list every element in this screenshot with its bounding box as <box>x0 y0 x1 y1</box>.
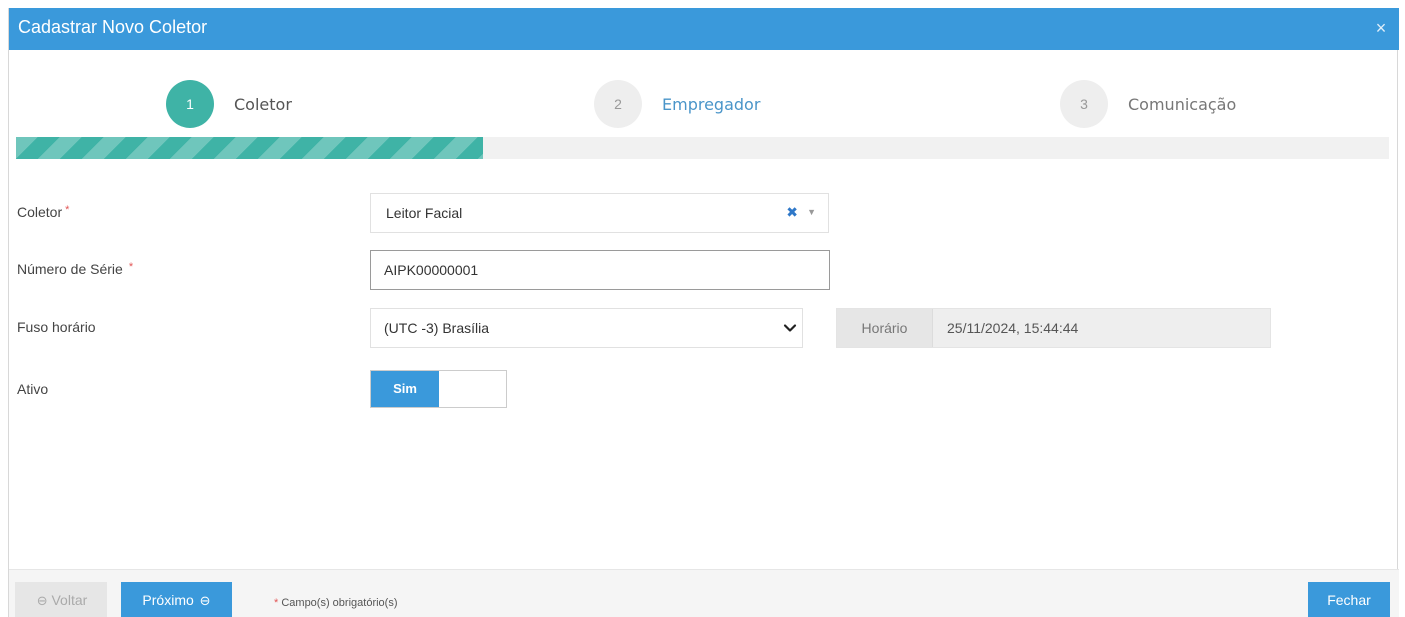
back-button-label: Voltar <box>51 592 88 608</box>
required-fields-note: * Campo(s) obrigatório(s) <box>274 597 398 609</box>
timezone-label: Fuso horário <box>17 319 96 335</box>
required-marker: * <box>274 597 279 609</box>
wizard-progress-fill <box>16 137 483 159</box>
next-button-label: Próximo <box>142 592 194 608</box>
active-toggle-on: Sim <box>371 371 439 407</box>
active-toggle[interactable]: Sim <box>370 370 507 408</box>
clear-icon[interactable]: ✖ <box>786 204 798 221</box>
modal-header: Cadastrar Novo Coletor × <box>9 8 1399 50</box>
current-time-group: Horário 25/11/2024, 15:44:44 <box>836 308 1271 348</box>
timezone-selected-value: (UTC -3) Brasília <box>384 320 490 336</box>
serial-number-input[interactable] <box>370 250 830 290</box>
required-note-text: Campo(s) obrigatório(s) <box>281 597 398 609</box>
coletor-label: Coletor * <box>17 204 70 220</box>
register-collector-modal: Cadastrar Novo Coletor × 1 Coletor 2 Emp… <box>8 8 1399 617</box>
circle-arrow-right-icon: ⊖ <box>199 593 211 608</box>
step-empregador[interactable]: 2 Empregador <box>594 80 760 128</box>
current-time-value: 25/11/2024, 15:44:44 <box>947 320 1079 336</box>
step-label: Coletor <box>234 94 292 114</box>
step-number: 1 <box>166 80 214 128</box>
current-time-label: Horário <box>837 309 933 347</box>
step-label: Comunicação <box>1128 94 1237 114</box>
timezone-select[interactable]: (UTC -3) Brasília <box>370 308 803 348</box>
step-coletor[interactable]: 1 Coletor <box>166 80 292 128</box>
back-button[interactable]: ⊖ Voltar <box>15 582 107 617</box>
modal-footer: ⊖ Voltar Próximo ⊖ * Campo(s) obrigatóri… <box>9 569 1399 617</box>
wizard-progress-bar <box>16 137 1389 159</box>
required-marker: * <box>65 204 70 216</box>
caret-down-icon[interactable]: ▼ <box>807 207 816 217</box>
active-label: Ativo <box>17 381 49 397</box>
step-comunicacao[interactable]: 3 Comunicação <box>1060 80 1236 128</box>
step-label: Empregador <box>662 94 761 114</box>
modal-title: Cadastrar Novo Coletor <box>18 17 208 37</box>
coletor-selected-value: Leitor Facial <box>386 205 463 221</box>
next-button[interactable]: Próximo ⊖ <box>121 582 232 617</box>
chevron-down-icon <box>783 324 797 332</box>
serial-number-label: Número de Série * <box>17 261 134 277</box>
required-marker: * <box>128 261 134 273</box>
close-icon[interactable]: × <box>1371 18 1391 38</box>
circle-arrow-left-icon: ⊖ <box>36 593 48 608</box>
coletor-select[interactable]: Leitor Facial ✖ ▼ <box>370 193 829 233</box>
close-button[interactable]: Fechar <box>1308 582 1390 617</box>
step-number: 3 <box>1060 80 1108 128</box>
step-number: 2 <box>594 80 642 128</box>
